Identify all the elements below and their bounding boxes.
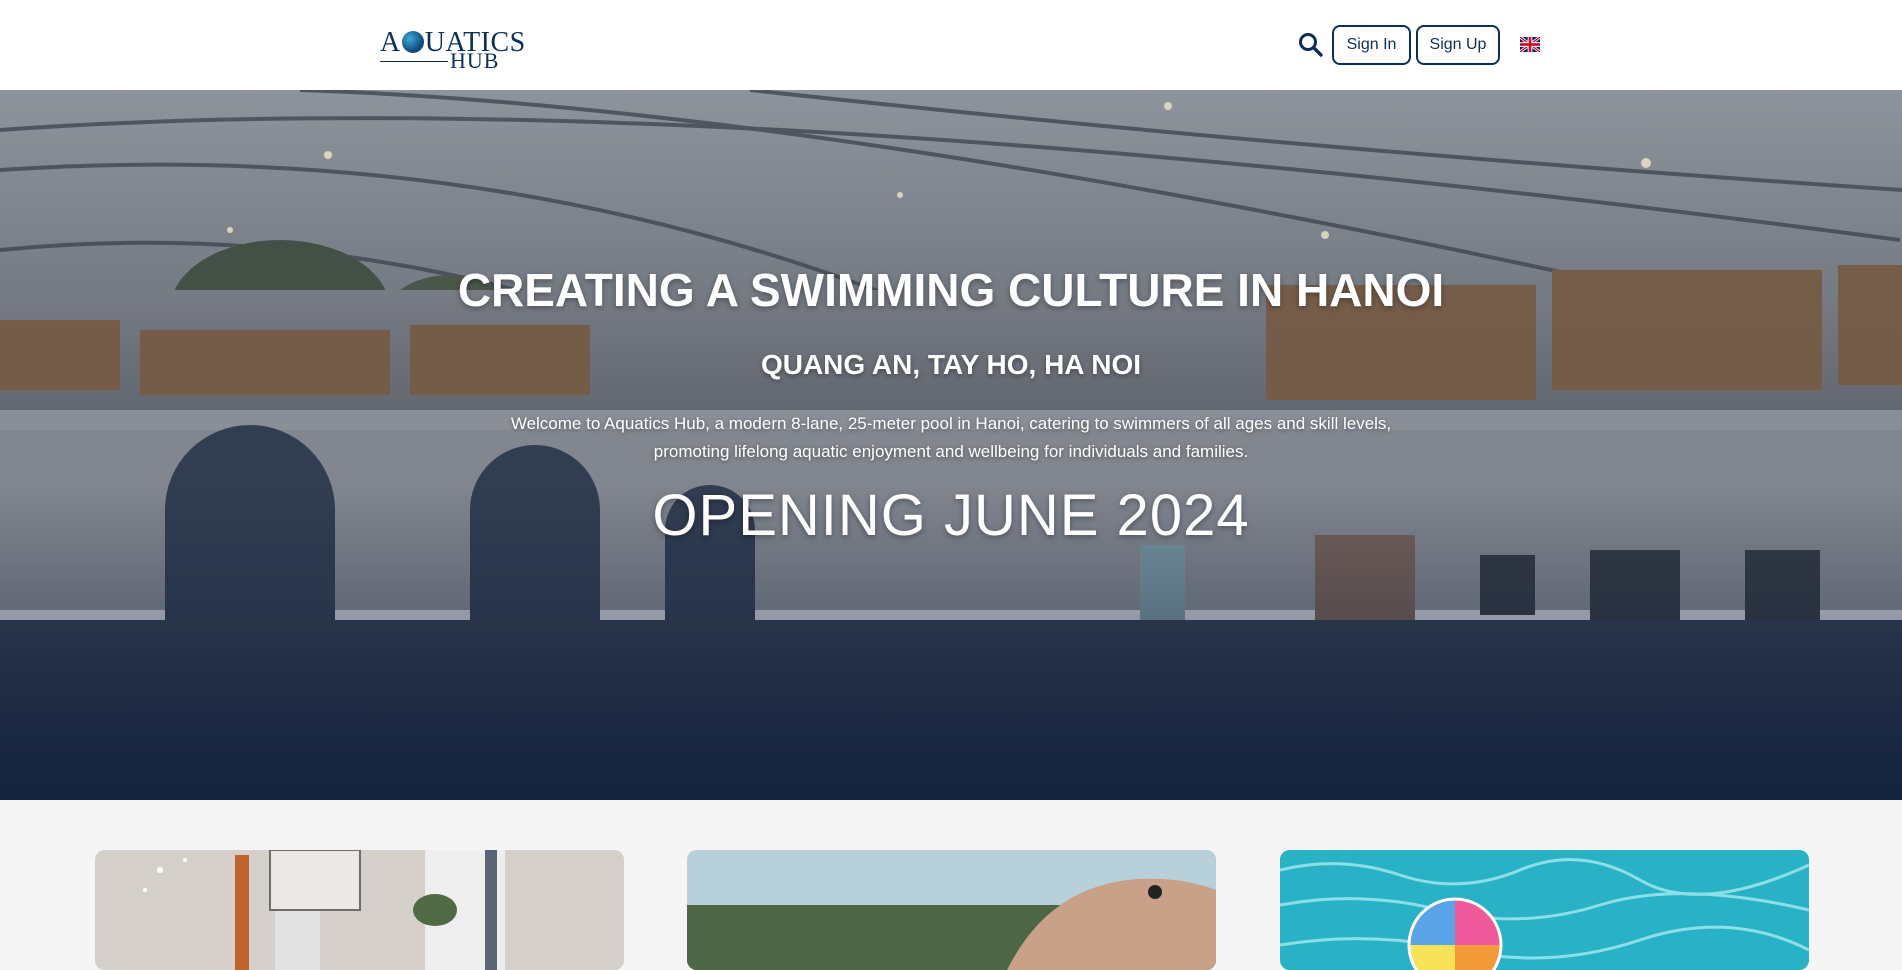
open-water-swimmer-photo [687,850,1216,970]
logo-subtext: HUB [450,48,500,73]
wave-icon [401,31,424,53]
hero-title: CREATING A SWIMMING CULTURE IN HANOI [457,264,1445,316]
indoor-swimming-photo [95,850,624,970]
aquatics-hub-logo[interactable]: A UATICS HUB [380,26,525,73]
pool-beach-ball-photo [1280,850,1809,970]
feature-cards [0,800,1902,970]
card-indoor-swimming[interactable] [95,850,624,970]
hero-description: Welcome to Aquatics Hub, a modern 8-lane… [510,414,1392,461]
hero-content: CREATING A SWIMMING CULTURE IN HANOI QUA… [0,90,1902,800]
sign-in-button[interactable]: Sign In [1332,25,1411,65]
opening-date: OPENING JUNE 2024 [652,483,1250,548]
logo-divider [380,61,448,62]
search-icon[interactable] [1296,30,1326,60]
sign-up-button[interactable]: Sign Up [1416,25,1500,65]
hero-location: QUANG AN, TAY HO, HA NOI [760,349,1142,380]
site-header: A UATICS HUB Sign In Sign Up [0,0,1902,90]
uk-flag-icon[interactable] [1520,37,1540,52]
hero-section: CREATING A SWIMMING CULTURE IN HANOI QUA… [0,90,1902,800]
card-pool-fun[interactable] [1280,850,1809,970]
card-open-water[interactable] [687,850,1216,970]
